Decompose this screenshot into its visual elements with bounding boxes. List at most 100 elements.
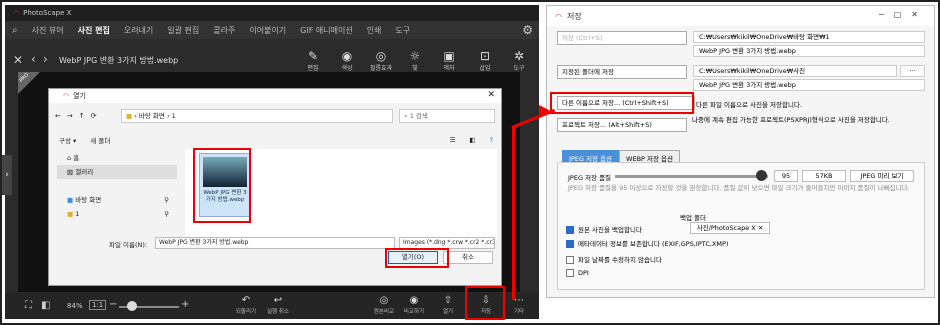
dpi-checkbox[interactable] <box>566 269 574 277</box>
nav-desktop[interactable]: ■ 바탕 화면 ⚲ <box>57 193 177 207</box>
view-icon[interactable]: ☰ <box>450 136 456 144</box>
pin-icon: ⚲ <box>164 210 169 218</box>
menu-viewer[interactable]: 사진 뷰어 <box>25 25 71 36</box>
compare2-icon: ◉ <box>409 295 419 306</box>
redo-icon: ↩ <box>273 295 283 306</box>
tool-light[interactable]: ☼ 빛 <box>401 49 429 72</box>
tool-color[interactable]: ◉ 색상 <box>333 49 361 72</box>
option-backup[interactable]: 원본 사진을 백업합니다 <box>566 224 642 234</box>
save-button[interactable]: ⇩ 저장 <box>473 295 499 315</box>
back-icon[interactable]: ← <box>55 112 61 120</box>
refresh-icon[interactable]: ⟳ <box>91 112 97 120</box>
sun-icon: ☼ <box>409 49 421 63</box>
more-icon: ⋯ <box>514 295 524 306</box>
organize-button[interactable]: 구성 ▾ <box>59 135 76 145</box>
split-icon[interactable]: ◧ <box>41 300 50 311</box>
new-folder-button[interactable]: 새 폴더 <box>90 135 110 145</box>
quality-slider-knob[interactable] <box>756 170 767 181</box>
save-option-button[interactable]: 저장 (Ctrl+S) <box>557 31 687 45</box>
pin-icon: ⚲ <box>164 196 169 204</box>
menu-collage[interactable]: 콜라주 <box>206 25 242 36</box>
forward-icon[interactable]: → <box>67 112 73 120</box>
keepdate-checkbox[interactable] <box>566 256 574 264</box>
filename-input[interactable]: WebP JPG 변환 3가지 방법.webp <box>155 237 395 249</box>
search-icon[interactable]: ⌕ <box>5 25 25 36</box>
option-metadata[interactable]: 메타데이터 정보를 보존합니다 (EXIF,GPS,IPTC,XMP) <box>566 238 728 248</box>
menu-batch[interactable]: 일괄 편집 <box>160 25 206 36</box>
backup-folder-label: 백업 폴더 <box>680 214 706 222</box>
side-panel-toggle[interactable]: › <box>2 155 12 195</box>
backup-folder-input[interactable]: 사진/PhotoScape X ✕ <box>690 222 770 234</box>
menu-print[interactable]: 인쇄 <box>360 25 389 36</box>
dialog-close-icon[interactable]: ✕ <box>487 90 495 100</box>
search-input[interactable]: ⌕ 1 검색 <box>399 109 495 123</box>
compare-original-button[interactable]: ◎ 원본비교 <box>371 295 397 315</box>
folder-icon: ■ <box>67 210 74 218</box>
search-icon: ⌕ <box>404 112 408 120</box>
app-titlebar: ◠ PhotoScape X <box>5 5 539 21</box>
film-icon: ◎ <box>375 49 387 63</box>
browse-button[interactable]: ··· <box>900 65 925 77</box>
dialog-titlebar: ◠ 열기 <box>49 89 501 103</box>
open-file-button[interactable]: 열기(O) <box>388 251 438 264</box>
open-button[interactable]: ⇧ 열기 <box>435 295 461 315</box>
red-arrow-vertical <box>512 126 515 300</box>
filename-label: WebP JPG 변환 3가지 방법.webp <box>59 56 179 65</box>
file-item[interactable]: WebP JPG 변환 3가지 방법.webp <box>199 153 251 217</box>
quality-slider[interactable] <box>615 175 768 178</box>
gear-icon[interactable]: ⚙ <box>522 23 533 37</box>
tool-insert[interactable]: ⊡ 삽입 <box>471 49 499 72</box>
close-icon[interactable]: ✕ <box>13 53 23 67</box>
main-menu: ⌕ 사진 뷰어 사진 편집 오려내기 일괄 편집 콜라주 이어붙이기 GIF 애… <box>5 21 539 39</box>
prev-icon[interactable]: ‹ <box>31 52 36 66</box>
undo-button[interactable]: ↶ 되돌리기 <box>233 295 259 315</box>
metadata-checkbox[interactable] <box>566 240 574 248</box>
save-logo-icon: ◠ <box>555 11 562 21</box>
quality-input[interactable]: 95 <box>774 170 798 182</box>
jpeg-preview-button[interactable]: JPEG 미리 보기 <box>850 170 914 182</box>
option-dpi[interactable]: DPI <box>566 269 589 277</box>
red-arrowhead: ▶ <box>539 102 550 118</box>
help-icon[interactable]: ? <box>490 136 493 144</box>
nav-folder-1[interactable]: ■ 1 ⚲ <box>57 207 177 221</box>
tool-film[interactable]: ◎ 필름효과 <box>367 49 395 72</box>
compare-button[interactable]: ◉ 비교하기 <box>401 295 427 315</box>
menu-gif[interactable]: GIF 애니메이션 <box>293 25 360 36</box>
menu-combine[interactable]: 이어붙이기 <box>242 25 293 36</box>
up-icon[interactable]: ↑ <box>79 112 85 120</box>
ratio-button[interactable]: 1:1 <box>89 300 107 310</box>
menu-tools[interactable]: 도구 <box>388 25 417 36</box>
file-label: WebP JPG 변환 3가지 방법.webp <box>203 190 247 203</box>
preview-pane-icon[interactable]: ◧ <box>469 136 475 144</box>
project-save-button[interactable]: 프로젝트 저장... (Alt+Shift+S) <box>557 118 687 132</box>
save-title: 저장 <box>566 11 582 21</box>
nav-home[interactable]: ⌂ 홈 <box>57 151 177 165</box>
fit-icon[interactable]: ⛶ <box>25 300 32 311</box>
more-button[interactable]: ⋯ 기타 <box>506 295 532 315</box>
zoom-out-button[interactable]: − <box>109 299 117 310</box>
window-controls[interactable]: ─▢✕ <box>879 10 928 19</box>
nav-gallery[interactable]: ▨ 갤러리 <box>57 165 177 179</box>
save-path: C:₩Users₩kikil₩OneDrive₩바탕 화면₩1 <box>693 31 925 43</box>
option-keepdate[interactable]: 파일 날짜를 수정하지 않습니다 <box>566 254 662 264</box>
zoom-slider-knob[interactable] <box>127 301 137 311</box>
next-icon[interactable]: › <box>43 52 48 66</box>
clear-icon[interactable]: ✕ <box>758 224 763 232</box>
navigation-pane: ⌂ 홈 ▨ 갤러리 ■ 바탕 화면 ⚲ ■ 1 ⚲ <box>57 151 177 235</box>
cancel-button[interactable]: 취소 <box>443 251 493 264</box>
address-bar[interactable]: ■ › 바탕 화면 › 1 <box>121 109 393 123</box>
tool-tools[interactable]: ✲ 도구 <box>505 49 533 72</box>
menu-cutout[interactable]: 오려내기 <box>117 25 160 36</box>
filetype-select[interactable]: Images (*.dng *.crw *.cr2 *.cr3 <box>399 237 495 249</box>
tool-frame[interactable]: ▣ 액자 <box>435 49 463 72</box>
menu-editor[interactable]: 사진 편집 <box>71 25 117 36</box>
save-to-folder-button[interactable]: 지정된 폴더에 저장 <box>557 65 687 79</box>
save-as-button[interactable]: 다른 이름으로 저장... (Ctrl+Shift+S) <box>557 96 695 110</box>
file-thumbnail <box>203 157 247 187</box>
upload-icon: ⇧ <box>443 295 453 306</box>
backup-checkbox[interactable] <box>566 226 574 234</box>
redo-button[interactable]: ↩ 실행 취소 <box>265 295 291 315</box>
zoom-in-button[interactable]: + <box>181 299 189 310</box>
tool-edit[interactable]: ✎ 편집 <box>299 49 327 72</box>
